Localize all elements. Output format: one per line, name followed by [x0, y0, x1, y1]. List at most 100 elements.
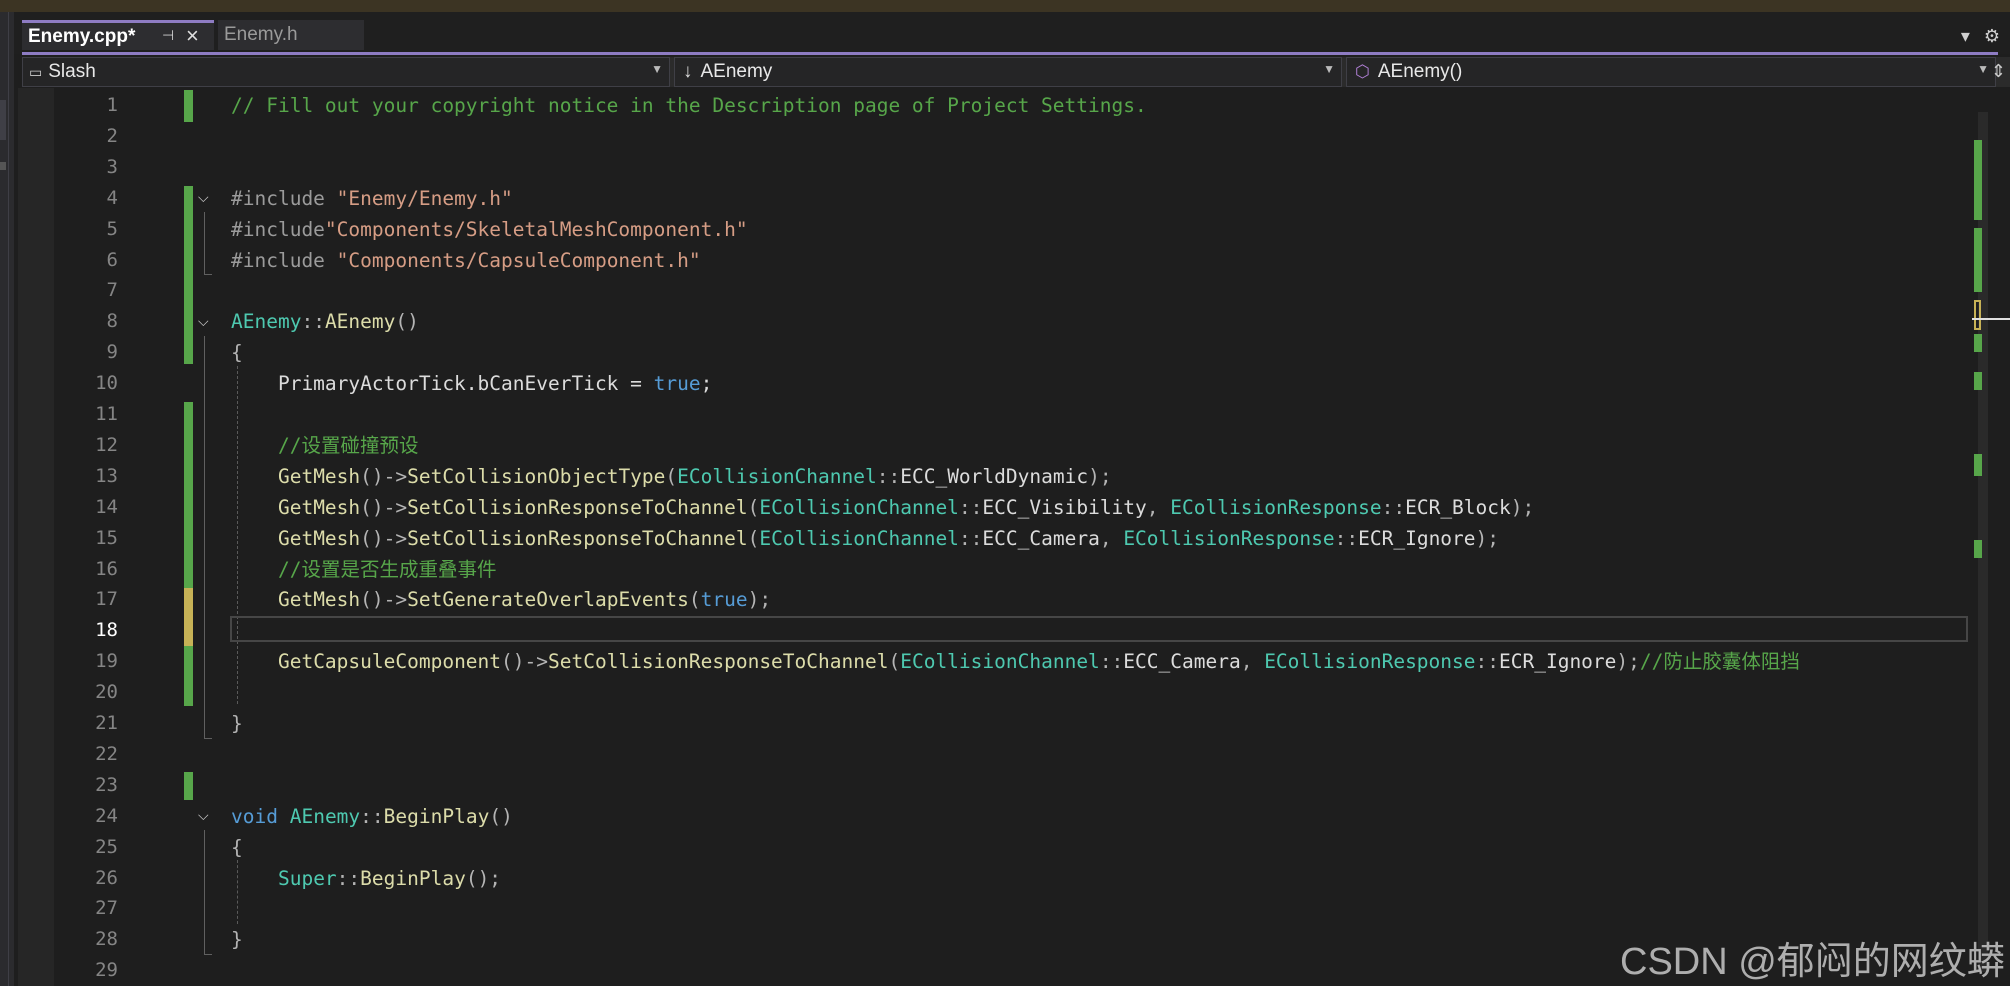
line-number: 19: [95, 650, 118, 673]
code-line[interactable]: 18: [0, 615, 2010, 646]
code-text[interactable]: {: [231, 337, 243, 368]
code-token: SetCollisionResponseToChannel: [548, 650, 889, 674]
code-token: ECollisionResponse: [1123, 526, 1335, 550]
code-line[interactable]: 23: [0, 770, 2010, 801]
code-token: ::: [958, 495, 983, 519]
code-token: ::: [1099, 650, 1124, 674]
code-line[interactable]: 6 #include "Components/CapsuleComponent.h…: [0, 245, 2010, 276]
code-text[interactable]: //设置是否生成重叠事件: [231, 554, 497, 585]
split-view-icon[interactable]: ⇕: [1991, 61, 2006, 82]
code-line[interactable]: 9{: [0, 337, 2010, 368]
code-text[interactable]: void AEnemy::BeginPlay(): [231, 801, 513, 832]
tab-enemy-cpp[interactable]: Enemy.cpp* ⊣ ×: [22, 20, 214, 50]
vertical-scrollbar[interactable]: [1970, 88, 1996, 986]
code-token: //防止胶囊体阻挡: [1639, 650, 1800, 674]
code-line[interactable]: 16 //设置是否生成重叠事件: [0, 554, 2010, 585]
code-text[interactable]: }: [231, 708, 243, 739]
code-text[interactable]: AEnemy::AEnemy(): [231, 306, 419, 337]
line-number: 16: [95, 557, 118, 580]
code-token: ::: [876, 464, 901, 488]
line-number: 24: [95, 804, 118, 827]
scrollbar-change-mark: [1974, 228, 1982, 292]
code-line[interactable]: 1 // Fill out your copyright notice in th…: [0, 90, 2010, 121]
code-line[interactable]: 7: [0, 275, 2010, 306]
code-token: #include: [231, 248, 337, 272]
code-line[interactable]: 27: [0, 893, 2010, 924]
code-text[interactable]: {: [231, 832, 243, 863]
code-token: ();: [465, 866, 502, 890]
code-text[interactable]: PrimaryActorTick.bCanEverTick = true;: [231, 368, 712, 399]
code-token: ECC_Visibility: [982, 495, 1147, 519]
member-dropdown[interactable]: ⬡ AEnemy() ▼: [1346, 57, 1996, 87]
line-number: 17: [95, 588, 118, 611]
code-token: (: [747, 495, 760, 519]
line-number: 4: [106, 186, 118, 209]
line-number: 22: [95, 742, 118, 765]
code-line[interactable]: 24 void AEnemy::BeginPlay(): [0, 801, 2010, 832]
code-line[interactable]: 26 Super::BeginPlay();: [0, 863, 2010, 894]
pin-icon[interactable]: ⊣: [162, 27, 174, 44]
code-line[interactable]: 2: [0, 121, 2010, 152]
close-icon[interactable]: ×: [186, 23, 199, 49]
code-line[interactable]: 14 GetMesh()->SetCollisionResponseToChan…: [0, 492, 2010, 523]
code-text[interactable]: GetMesh()->SetGenerateOverlapEvents(true…: [231, 584, 771, 615]
code-text[interactable]: // Fill out your copyright notice in the…: [231, 90, 1147, 121]
code-line[interactable]: 17 GetMesh()->SetGenerateOverlapEvents(t…: [0, 584, 2010, 615]
code-token: );: [1475, 526, 1500, 550]
code-line[interactable]: 21}: [0, 708, 2010, 739]
chevron-down-icon: ▼: [1977, 62, 1989, 76]
project-icon: ▭: [29, 63, 43, 80]
code-token: #include: [231, 217, 325, 241]
code-text[interactable]: GetCapsuleComponent()->SetCollisionRespo…: [231, 646, 1800, 677]
code-token: ECC_Camera: [982, 526, 1100, 550]
code-token: (): [489, 804, 513, 828]
watermark-text: CSDN @郁闷的网纹蟒: [1620, 941, 2005, 983]
code-line[interactable]: 13 GetMesh()->SetCollisionObjectType(ECo…: [0, 461, 2010, 492]
code-text[interactable]: #include "Components/CapsuleComponent.h": [231, 245, 701, 276]
code-line[interactable]: 20: [0, 677, 2010, 708]
navigation-bar: ▭ Slash ▼ ↓ AEnemy ▼ ⬡ AEnemy() ▼ ⇕: [22, 57, 2010, 87]
code-token: ECR_Ignore: [1358, 526, 1476, 550]
code-text[interactable]: #include"Components/SkeletalMeshComponen…: [231, 214, 748, 245]
code-line[interactable]: 15 GetMesh()->SetCollisionResponseToChan…: [0, 523, 2010, 554]
code-line[interactable]: 11: [0, 399, 2010, 430]
code-token: ()->: [360, 526, 408, 550]
code-token: SetCollisionResponseToChannel: [407, 526, 748, 550]
code-text[interactable]: //设置碰撞预设: [231, 430, 419, 461]
scope-dropdown[interactable]: ↓ AEnemy ▼: [674, 57, 1342, 87]
tab-list-dropdown-icon[interactable]: ▾: [1961, 26, 1970, 47]
code-line[interactable]: 10 PrimaryActorTick.bCanEverTick = true;: [0, 368, 2010, 399]
line-number: 20: [95, 681, 118, 704]
code-token: SetCollisionResponseToChannel: [407, 495, 748, 519]
code-line[interactable]: 19 GetCapsuleComponent()->SetCollisionRe…: [0, 646, 2010, 677]
code-text[interactable]: GetMesh()->SetCollisionResponseToChannel…: [231, 492, 1534, 523]
code-text[interactable]: GetMesh()->SetCollisionResponseToChannel…: [231, 523, 1499, 554]
line-number: 21: [95, 712, 118, 734]
code-token: ECR_Ignore: [1499, 650, 1617, 674]
code-line[interactable]: 12 //设置碰撞预设: [0, 430, 2010, 461]
code-text[interactable]: Super::BeginPlay();: [231, 863, 501, 894]
code-text[interactable]: }: [231, 924, 243, 955]
scrollbar-caret-line: [1972, 318, 2010, 320]
code-line[interactable]: 3: [0, 152, 2010, 183]
project-dropdown[interactable]: ▭ Slash ▼: [22, 57, 670, 87]
code-line[interactable]: 4 #include "Enemy/Enemy.h": [0, 183, 2010, 214]
code-text[interactable]: GetMesh()->SetCollisionObjectType(EColli…: [231, 461, 1112, 492]
code-token: ::: [360, 804, 384, 828]
code-token: (: [688, 588, 701, 612]
code-text[interactable]: #include "Enemy/Enemy.h": [231, 183, 513, 214]
code-token: ::: [1334, 526, 1359, 550]
code-line[interactable]: 8 AEnemy::AEnemy(): [0, 306, 2010, 337]
code-token: ,: [1240, 650, 1265, 674]
active-tab-underline: [22, 52, 1998, 55]
tab-enemy-h[interactable]: Enemy.h: [218, 20, 364, 50]
code-line[interactable]: 5 #include"Components/SkeletalMeshCompone…: [0, 214, 2010, 245]
code-line[interactable]: 22: [0, 739, 2010, 770]
code-token: //设置碰撞预设: [231, 433, 419, 457]
code-line[interactable]: 25 {: [0, 832, 2010, 863]
gear-icon[interactable]: ⚙: [1984, 26, 2000, 47]
scrollbar-caret-mark: [1974, 300, 1981, 330]
line-number: 8: [106, 310, 118, 333]
